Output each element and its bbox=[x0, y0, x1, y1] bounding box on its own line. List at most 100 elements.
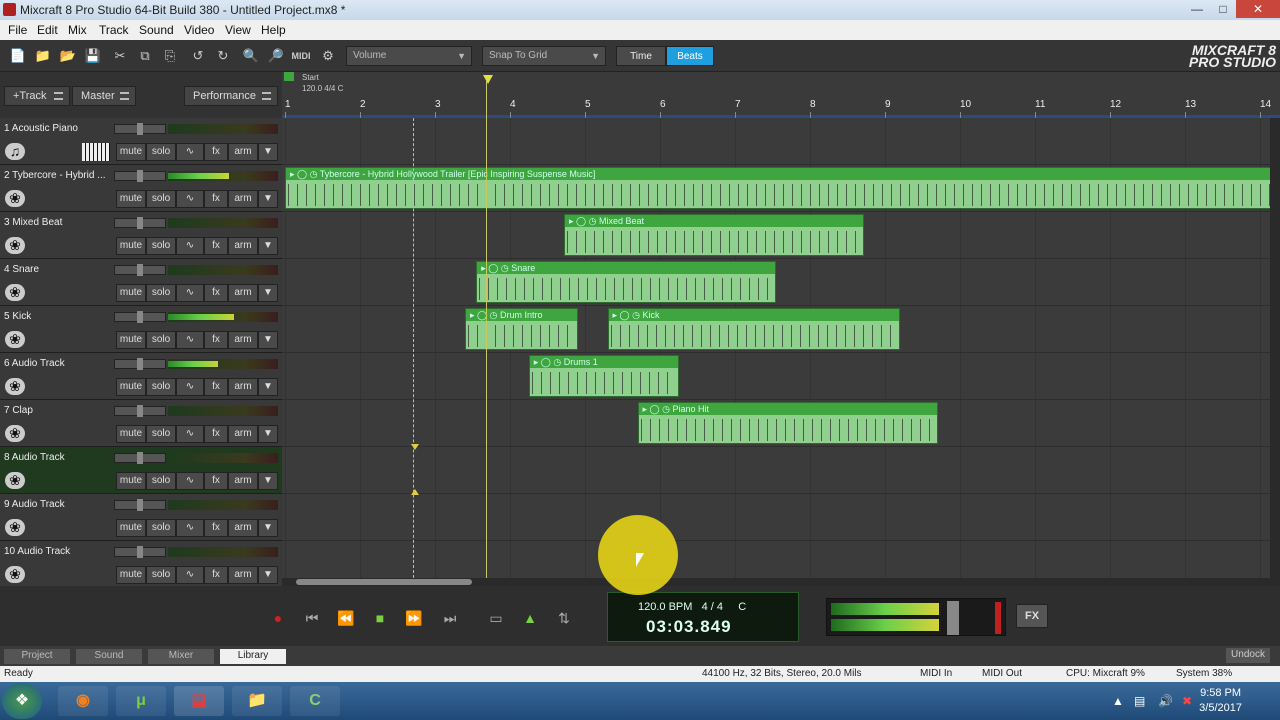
slider-thumb[interactable] bbox=[137, 264, 143, 276]
bpm-value[interactable]: 120.0 BPM bbox=[638, 601, 692, 613]
audio-clip[interactable]: ▸ ◯ ◷ Tybercore - Hybrid Hollywood Trail… bbox=[285, 167, 1270, 209]
arm-button[interactable]: arm bbox=[228, 519, 258, 537]
automation-icon[interactable]: ∿ bbox=[176, 566, 204, 584]
clip-title[interactable]: ▸ ◯ ◷ Piano Hit bbox=[638, 403, 937, 415]
track-name[interactable]: 9 Audio Track bbox=[4, 499, 112, 510]
fx-button[interactable]: fx bbox=[204, 378, 228, 396]
automation-icon[interactable]: ∿ bbox=[176, 331, 204, 349]
menu-view[interactable]: View bbox=[225, 23, 251, 37]
solo-button[interactable]: solo bbox=[146, 143, 176, 161]
playhead-marker-icon[interactable] bbox=[483, 75, 493, 84]
automation-icon[interactable]: ∿ bbox=[176, 472, 204, 490]
midi-icon[interactable]: MIDI bbox=[291, 46, 311, 66]
master-button[interactable]: Master bbox=[72, 86, 136, 106]
save-icon[interactable]: 💾 bbox=[83, 46, 103, 66]
automation-icon[interactable]: ∿ bbox=[176, 519, 204, 537]
tab-sound[interactable]: Sound bbox=[76, 649, 142, 664]
automation-icon[interactable]: ∿ bbox=[176, 284, 204, 302]
menu-track[interactable]: Track bbox=[99, 23, 129, 37]
skip-to-end-icon[interactable]: ⏭ bbox=[438, 608, 462, 628]
track-header[interactable]: 1 Acoustic Piano ♫ mute solo ∿ fx arm ▼ bbox=[0, 118, 282, 165]
slider-thumb[interactable] bbox=[137, 358, 143, 370]
audio-clip[interactable]: ▸ ◯ ◷ Drum Intro bbox=[465, 308, 578, 350]
new-project-icon[interactable]: 📄 bbox=[8, 46, 28, 66]
audio-clip[interactable]: ▸ ◯ ◷ Piano Hit bbox=[637, 402, 938, 444]
slider-thumb[interactable] bbox=[137, 452, 143, 464]
fx-button[interactable]: fx bbox=[204, 190, 228, 208]
arm-button[interactable]: arm bbox=[228, 331, 258, 349]
audio-clip[interactable]: ▸ ◯ ◷ Mixed Beat bbox=[564, 214, 864, 256]
cut-icon[interactable]: ✂ bbox=[110, 46, 130, 66]
system-clock[interactable]: 9:58 PM 3/5/2017 bbox=[1199, 686, 1242, 716]
chevron-down-icon[interactable]: ▼ bbox=[258, 284, 278, 302]
menu-video[interactable]: Video bbox=[184, 23, 214, 37]
tray-expand-icon[interactable]: ▲ bbox=[1112, 694, 1124, 708]
slider-thumb[interactable] bbox=[137, 170, 143, 182]
menu-edit[interactable]: Edit bbox=[37, 23, 58, 37]
rewind-icon[interactable]: ⏪ bbox=[334, 608, 358, 628]
chevron-down-icon[interactable]: ▼ bbox=[258, 519, 278, 537]
copy-icon[interactable]: ⧉ bbox=[135, 46, 155, 66]
volume-icon[interactable]: 🔊 bbox=[1158, 694, 1173, 708]
metronome-toggle-icon[interactable]: ▲ bbox=[518, 608, 542, 628]
paste-icon[interactable]: ⎘ bbox=[160, 46, 180, 66]
maximize-button[interactable]: □ bbox=[1210, 0, 1236, 18]
fx-button[interactable]: fx bbox=[204, 566, 228, 584]
time-readout[interactable]: 03:03.849 bbox=[646, 617, 732, 637]
undo-icon[interactable]: ↺ bbox=[188, 46, 208, 66]
fx-button[interactable]: fx bbox=[204, 425, 228, 443]
track-volume-slider[interactable] bbox=[114, 546, 166, 558]
mixcraft-taskbar-icon[interactable]: ▤ bbox=[174, 686, 224, 716]
track-volume-slider[interactable] bbox=[114, 123, 166, 135]
punch-icon[interactable]: ⇅ bbox=[552, 608, 576, 628]
audio-clip[interactable]: ▸ ◯ ◷ Drums 1 bbox=[528, 355, 679, 397]
chevron-down-icon[interactable]: ▼ bbox=[258, 378, 278, 396]
performance-button[interactable]: Performance bbox=[184, 86, 278, 106]
arm-button[interactable]: arm bbox=[228, 284, 258, 302]
solo-button[interactable]: solo bbox=[146, 519, 176, 537]
mute-button[interactable]: mute bbox=[116, 378, 146, 396]
audio-input-icon[interactable]: ❀ bbox=[5, 331, 25, 348]
audio-input-icon[interactable]: ❀ bbox=[5, 519, 25, 536]
vertical-scrollbar[interactable] bbox=[1270, 118, 1280, 578]
menu-sound[interactable]: Sound bbox=[139, 23, 174, 37]
fx-button[interactable]: fx bbox=[204, 472, 228, 490]
zoom-out-icon[interactable]: 🔎 bbox=[266, 46, 286, 66]
open-recent-icon[interactable]: 📂 bbox=[58, 46, 78, 66]
loop-icon[interactable]: ▭ bbox=[484, 608, 508, 628]
track-name[interactable]: 3 Mixed Beat bbox=[4, 217, 112, 228]
key-value[interactable]: C bbox=[738, 601, 746, 613]
automation-icon[interactable]: ∿ bbox=[176, 425, 204, 443]
chevron-down-icon[interactable]: ▼ bbox=[258, 190, 278, 208]
track-name[interactable]: 10 Audio Track bbox=[4, 546, 112, 557]
track-header[interactable]: 2 Tybercore - Hybrid ... ❀ mute solo ∿ fx arm ▼ bbox=[0, 165, 282, 212]
track-header[interactable]: 9 Audio Track ❀ mute solo ∿ fx arm ▼ bbox=[0, 494, 282, 541]
slider-thumb[interactable] bbox=[137, 217, 143, 229]
solo-button[interactable]: solo bbox=[146, 472, 176, 490]
mute-button[interactable]: mute bbox=[116, 190, 146, 208]
track-name[interactable]: 5 Kick bbox=[4, 311, 112, 322]
start-button-icon[interactable]: ❖ bbox=[2, 683, 42, 719]
slider-thumb[interactable] bbox=[137, 405, 143, 417]
track-header[interactable]: 10 Audio Track ❀ mute solo ∿ fx arm ▼ bbox=[0, 541, 282, 588]
track-name[interactable]: 2 Tybercore - Hybrid ... bbox=[4, 170, 112, 181]
track-header[interactable]: 4 Snare ❀ mute solo ∿ fx arm ▼ bbox=[0, 259, 282, 306]
mute-button[interactable]: mute bbox=[116, 566, 146, 584]
slider-thumb[interactable] bbox=[137, 546, 143, 558]
arm-button[interactable]: arm bbox=[228, 566, 258, 584]
solo-button[interactable]: solo bbox=[146, 331, 176, 349]
solo-button[interactable]: solo bbox=[146, 566, 176, 584]
master-volume-slider[interactable] bbox=[947, 601, 959, 635]
menu-mix[interactable]: Mix bbox=[68, 23, 87, 37]
stop-icon[interactable]: ■ bbox=[368, 608, 392, 628]
slider-thumb[interactable] bbox=[137, 499, 143, 511]
automation-icon[interactable]: ∿ bbox=[176, 378, 204, 396]
tab-library[interactable]: Library bbox=[220, 649, 286, 664]
mute-button[interactable]: mute bbox=[116, 284, 146, 302]
arm-button[interactable]: arm bbox=[228, 378, 258, 396]
audio-input-icon[interactable]: ❀ bbox=[5, 566, 25, 583]
audio-clip[interactable]: ▸ ◯ ◷ Kick bbox=[607, 308, 900, 350]
track-header[interactable]: 8 Audio Track ❀ mute solo ∿ fx arm ▼ bbox=[0, 447, 282, 494]
track-name[interactable]: 6 Audio Track bbox=[4, 358, 112, 369]
chevron-down-icon[interactable]: ▼ bbox=[258, 472, 278, 490]
